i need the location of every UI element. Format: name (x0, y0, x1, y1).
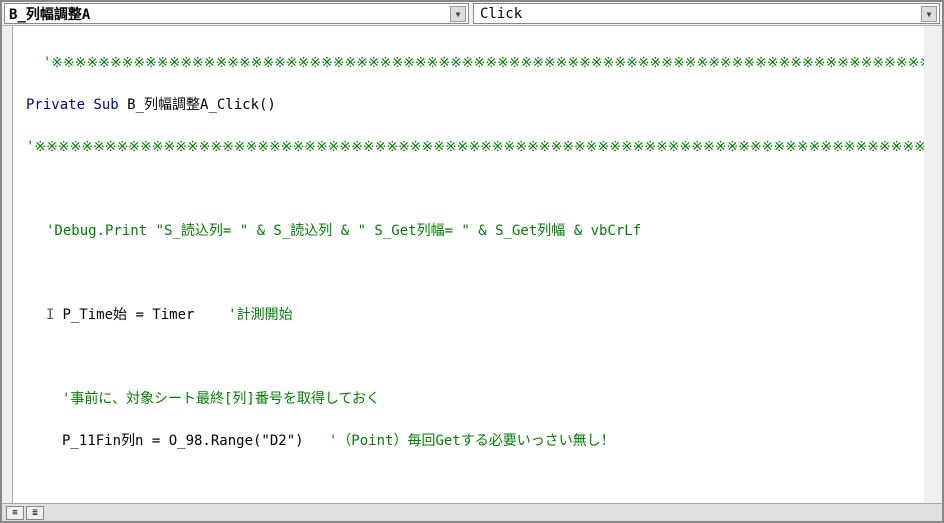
editor-frame: B_列幅調整A ▼ Click ▼ '※※※※※※※※※※※※※※※※※※※※※… (0, 0, 944, 523)
bottom-bar: ≡ ≣ (2, 503, 942, 521)
code-comment: '（Point）毎回Getする必要いっさい無し！ (329, 433, 615, 449)
procedure-view-button[interactable]: ≡ (6, 506, 24, 520)
code-comment: '事前に、対象シート最終[列]番号を取得しておく (62, 391, 380, 407)
code-editor[interactable]: '※※※※※※※※※※※※※※※※※※※※※※※※※※※※※※※※※※※※※※※… (2, 26, 942, 503)
code-comment: 'Debug.Print "S_読込列= " & S_読込列 & " S_Get… (46, 223, 641, 239)
chevron-down-icon[interactable]: ▼ (450, 6, 466, 22)
object-dropdown[interactable]: B_列幅調整A ▼ (4, 3, 469, 24)
procedure-dropdown-value: Click (480, 6, 522, 22)
text-cursor-icon: I (46, 305, 54, 326)
code-keyword: Private Sub (26, 97, 119, 113)
full-module-view-button[interactable]: ≣ (26, 506, 44, 520)
top-bar: B_列幅調整A ▼ Click ▼ (2, 2, 942, 26)
code-comment: '※※※※※※※※※※※※※※※※※※※※※※※※※※※※※※※※※※※※※※※… (26, 55, 942, 71)
code-text: P_Time始 = Timer (62, 307, 228, 323)
code-comment: '計測開始 (228, 307, 292, 323)
procedure-dropdown[interactable]: Click ▼ (473, 3, 940, 24)
code-text: B_列幅調整A_Click() (119, 97, 276, 113)
chevron-down-icon[interactable]: ▼ (921, 6, 937, 22)
code-comment: '※※※※※※※※※※※※※※※※※※※※※※※※※※※※※※※※※※※※※※※… (26, 139, 942, 155)
object-dropdown-value: B_列幅調整A (9, 4, 90, 24)
code-text: P_11Fin列n = O_98.Range("D2") (62, 433, 329, 449)
